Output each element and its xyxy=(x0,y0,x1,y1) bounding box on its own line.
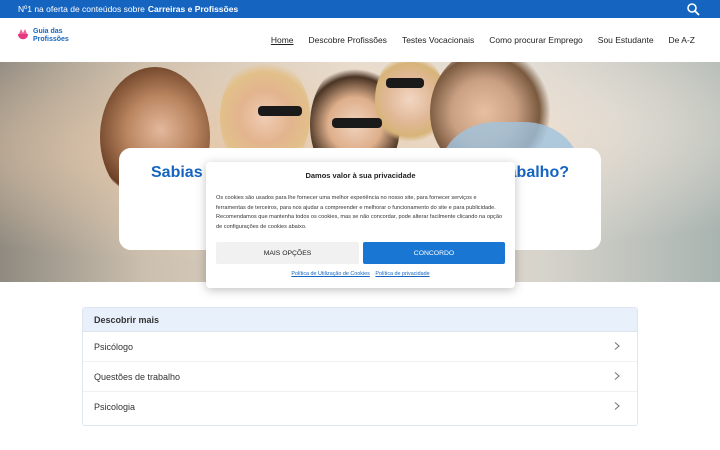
cookie-policy-link[interactable]: Política de Utilização de Cookies xyxy=(291,271,370,277)
cookie-modal-text: Os cookies são usados para lhe fornecer … xyxy=(216,195,503,230)
logo-icon xyxy=(18,29,28,40)
logo-line-1: Guia das xyxy=(33,28,63,35)
top-bar-text: Nº1 na oferta de conteúdos sobre xyxy=(18,4,145,14)
search-icon[interactable] xyxy=(686,2,700,16)
cookie-policy-links: Política de Utilização de Cookies Políti… xyxy=(206,271,515,277)
nav-item-home[interactable]: Home xyxy=(271,35,294,45)
nav-item-como-procurar-emprego[interactable]: Como procurar Emprego xyxy=(489,35,583,45)
more-options-button[interactable]: MAIS OPÇÕES xyxy=(216,242,359,264)
chevron-right-icon xyxy=(614,402,620,410)
list-item[interactable]: Psicologia xyxy=(83,392,637,422)
cookie-consent-modal: Damos valor à sua privacidade Os cookies… xyxy=(206,162,515,288)
privacy-policy-link[interactable]: Política de privacidade xyxy=(375,271,429,277)
cookie-modal-title: Damos valor à sua privacidade xyxy=(305,171,416,180)
site-logo[interactable]: Guia das Profissões xyxy=(16,28,69,44)
top-bar: Nº1 na oferta de conteúdos sobre Carreir… xyxy=(0,0,720,18)
list-item-label: Questões de trabalho xyxy=(94,371,181,382)
top-bar-bold: Carreiras e Profissões xyxy=(147,4,239,14)
site-header: Guia das Profissões Home Descobre Profis… xyxy=(0,18,720,62)
sunglasses-2 xyxy=(332,118,382,128)
logo-line-2: Profissões xyxy=(33,36,69,43)
discover-more-panel: Descobrir mais Psicólogo Questões de tra… xyxy=(82,307,638,426)
hero-title-end: abalho? xyxy=(507,164,569,181)
logo-text: Guia das Profissões xyxy=(33,28,69,44)
chevron-right-icon xyxy=(614,372,620,380)
list-item-label: Psicólogo xyxy=(94,341,134,352)
list-item[interactable]: Questões de trabalho xyxy=(83,362,637,392)
nav-item-testes-vocacionais[interactable]: Testes Vocacionais xyxy=(402,35,474,45)
sunglasses-3 xyxy=(386,78,424,88)
chevron-right-icon xyxy=(614,342,620,350)
list-item[interactable]: Psicólogo xyxy=(83,332,637,362)
sunglasses-1 xyxy=(258,106,302,116)
nav-item-sou-estudante[interactable]: Sou Estudante xyxy=(598,35,654,45)
discover-more-heading: Descobrir mais xyxy=(83,308,637,332)
accept-cookies-button[interactable]: CONCORDO xyxy=(363,242,505,264)
nav-item-descobre-profissoes[interactable]: Descobre Profissões xyxy=(309,35,387,45)
main-nav: Home Descobre Profissões Testes Vocacion… xyxy=(271,18,695,62)
nav-item-a-z[interactable]: De A-Z xyxy=(669,35,695,45)
list-item-label: Psicologia xyxy=(94,402,136,412)
